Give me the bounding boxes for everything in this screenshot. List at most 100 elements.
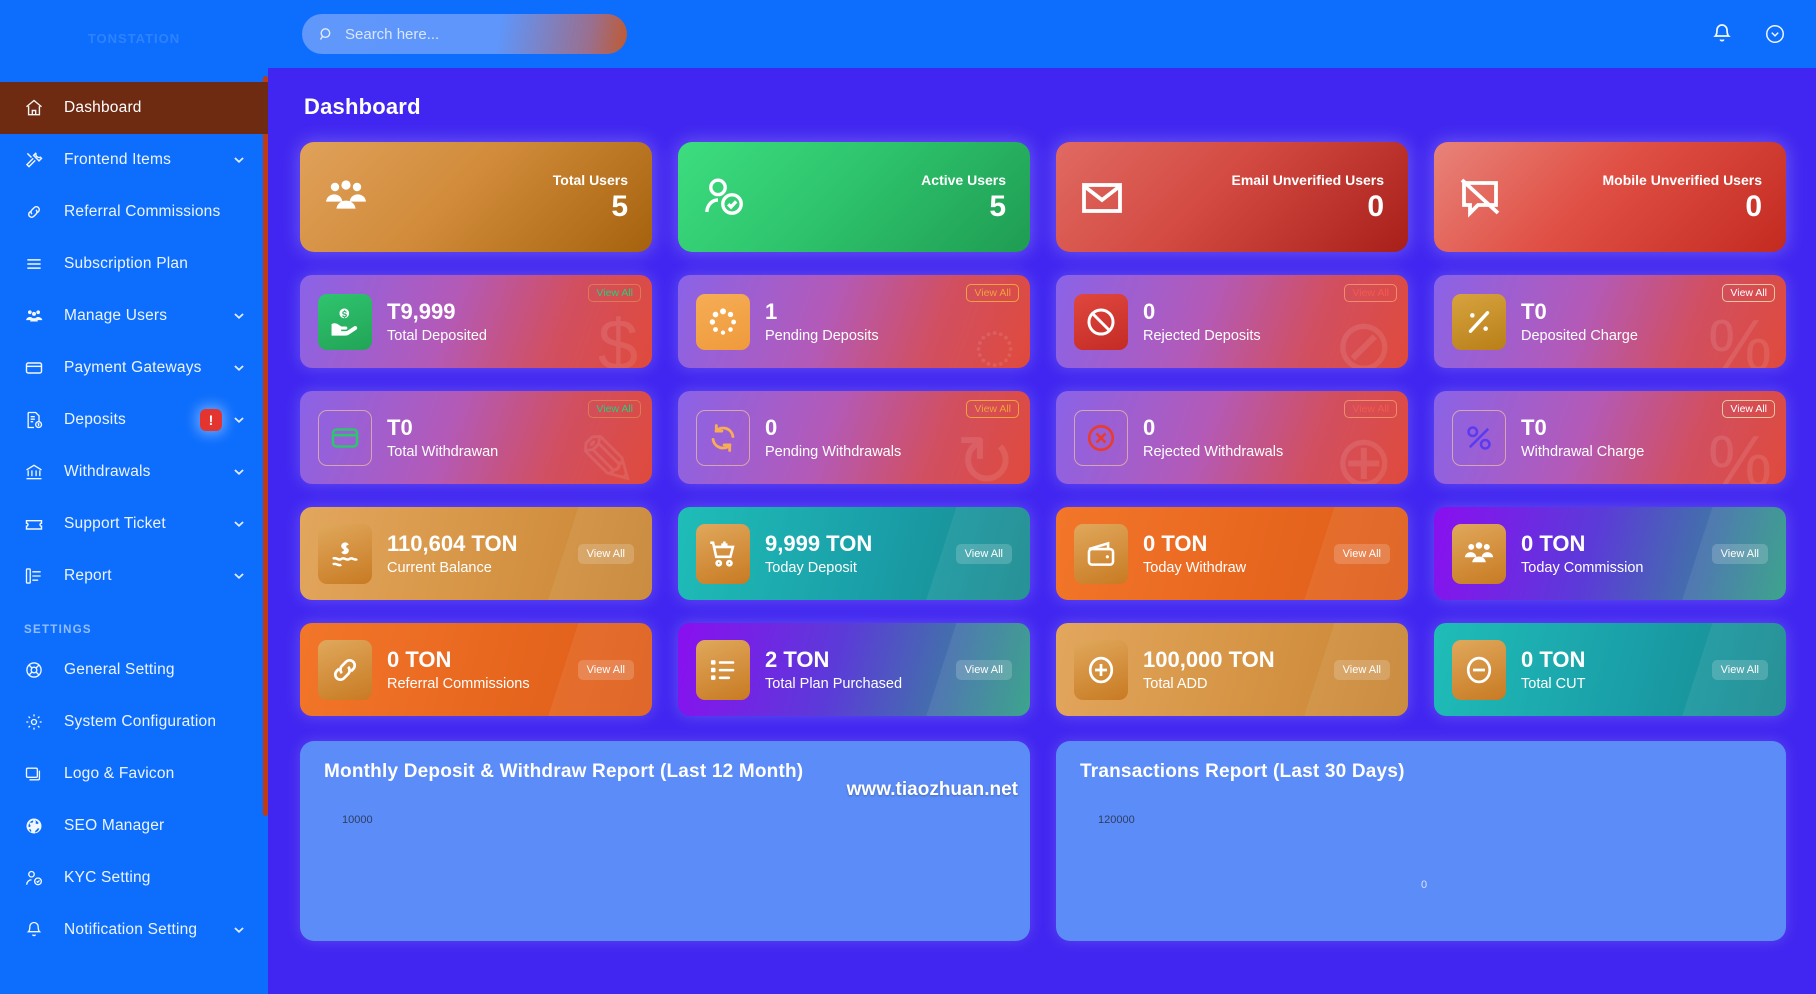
- stat-card-today-withdraw[interactable]: 0 TON Today Withdraw View All: [1056, 507, 1408, 600]
- minus-circle-icon: [1452, 639, 1506, 700]
- stat-card-mobile-unverified-users[interactable]: Mobile Unverified Users 0: [1434, 142, 1786, 252]
- stat-card-total-add[interactable]: 100,000 TON Total ADD View All: [1056, 623, 1408, 716]
- chevron-down-icon: [232, 923, 246, 937]
- view-all-button[interactable]: View All: [955, 543, 1012, 564]
- stat-card-value: T0: [1521, 415, 1547, 441]
- sidebar-item-kyc-setting[interactable]: KYC Setting: [0, 852, 268, 904]
- chart-title: Transactions Report (Last 30 Days): [1080, 761, 1405, 782]
- stat-card-value: 0: [1143, 299, 1156, 325]
- sidebar-item-subscription-plan[interactable]: Subscription Plan: [0, 238, 268, 290]
- stat-card-text: 1 Pending Deposits: [765, 299, 879, 343]
- home-icon: [24, 96, 54, 120]
- stat-card-rejected-deposits[interactable]: ⊘ View All 0 Rejected Deposits: [1056, 275, 1408, 368]
- percent-icon: [1452, 293, 1506, 350]
- view-all-button[interactable]: View All: [1711, 659, 1768, 680]
- view-all-button[interactable]: View All: [1722, 400, 1775, 418]
- sidebar-item-withdrawals[interactable]: Withdrawals: [0, 446, 268, 498]
- sidebar-item-general-setting[interactable]: General Setting: [0, 644, 268, 696]
- ticket-icon: [24, 512, 54, 536]
- sidebar-item-logo-favicon[interactable]: Logo & Favicon: [0, 748, 268, 800]
- stat-card-current-balance[interactable]: 110,604 TON Current Balance View All: [300, 507, 652, 600]
- stat-card-value: 100,000 TON: [1143, 647, 1275, 673]
- sidebar-item-report[interactable]: Report: [0, 550, 268, 602]
- stat-card-total-users[interactable]: Total Users 5: [300, 142, 652, 252]
- view-all-button[interactable]: View All: [577, 543, 634, 564]
- circle-x-icon: [1074, 409, 1128, 466]
- view-all-button[interactable]: View All: [1333, 659, 1390, 680]
- chevron-down-icon: [232, 309, 246, 323]
- gear-icon: [24, 710, 54, 734]
- sidebar-item-referral-commissions[interactable]: Referral Commissions: [0, 186, 268, 238]
- brand-logo[interactable]: TONSTATION: [0, 0, 268, 76]
- view-all-button[interactable]: View All: [1722, 284, 1775, 302]
- card-icon: [24, 356, 54, 380]
- view-all-button[interactable]: View All: [966, 400, 1019, 418]
- search-box[interactable]: [302, 14, 627, 54]
- stat-card-text: Total Users 5: [553, 172, 628, 222]
- stat-card-active-users[interactable]: Active Users 5: [678, 142, 1030, 252]
- view-all-button[interactable]: View All: [1344, 400, 1397, 418]
- view-all-button[interactable]: View All: [955, 659, 1012, 680]
- stat-grid-row3: ✎ View All T0 Total Withdrawan ↻ View Al…: [300, 391, 1786, 484]
- stat-grid-row4: 110,604 TON Current Balance View All 9,9…: [300, 507, 1786, 600]
- ghost-watermark-icon: ⊘: [1333, 306, 1394, 368]
- stat-card-rejected-withdrawals[interactable]: ⊕ View All 0 Rejected Withdrawals: [1056, 391, 1408, 484]
- group-users-icon: [1452, 523, 1506, 584]
- monthly-deposit-withdraw-chart-panel: Monthly Deposit & Withdraw Report (Last …: [300, 741, 1030, 941]
- sidebar-item-system-configuration[interactable]: System Configuration: [0, 696, 268, 748]
- view-all-button[interactable]: View All: [1344, 284, 1397, 302]
- ghost-watermark-icon: ↻: [955, 422, 1016, 484]
- sidebar-item-notification-setting[interactable]: Notification Setting: [0, 904, 268, 956]
- stat-card-total-deposited[interactable]: $ View All T9,999 Total Deposited: [300, 275, 652, 368]
- stat-card-total-cut[interactable]: 0 TON Total CUT View All: [1434, 623, 1786, 716]
- stat-card-withdrawal-charge[interactable]: % View All T0 Withdrawal Charge: [1434, 391, 1786, 484]
- chevron-down-icon: [232, 517, 246, 531]
- stat-card-email-unverified-users[interactable]: Email Unverified Users 0: [1056, 142, 1408, 252]
- ghost-watermark-icon: ⊕: [1333, 422, 1394, 484]
- stat-card-referral-commissions[interactable]: 0 TON Referral Commissions View All: [300, 623, 652, 716]
- view-all-button[interactable]: View All: [588, 400, 641, 418]
- stat-card-text: 110,604 TON Current Balance: [387, 531, 517, 575]
- view-all-button[interactable]: View All: [588, 284, 641, 302]
- stat-card-pending-withdrawals[interactable]: ↻ View All 0 Pending Withdrawals: [678, 391, 1030, 484]
- sidebar-item-support-ticket[interactable]: Support Ticket: [0, 498, 268, 550]
- link-icon: [318, 639, 372, 700]
- stat-card-today-deposit[interactable]: 9,999 TON Today Deposit View All: [678, 507, 1030, 600]
- sidebar-item-manage-users[interactable]: Manage Users: [0, 290, 268, 342]
- stat-card-value: 5: [611, 190, 628, 223]
- search-input[interactable]: [345, 25, 611, 43]
- sidebar-item-payment-gateways[interactable]: Payment Gateways: [0, 342, 268, 394]
- stat-card-today-commission[interactable]: 0 TON Today Commission View All: [1434, 507, 1786, 600]
- view-all-button[interactable]: View All: [577, 659, 634, 680]
- user-chevron-icon[interactable]: [1764, 23, 1786, 45]
- topbar-actions: [1710, 22, 1786, 46]
- stat-card-deposited-charge[interactable]: % View All T0 Deposited Charge: [1434, 275, 1786, 368]
- user-check-icon: [700, 173, 748, 221]
- sidebar-item-frontend-items[interactable]: Frontend Items: [0, 134, 268, 186]
- stat-card-total-withdrawan[interactable]: ✎ View All T0 Total Withdrawan: [300, 391, 652, 484]
- sidebar-item-seo-manager[interactable]: SEO Manager: [0, 800, 268, 852]
- view-all-button[interactable]: View All: [966, 284, 1019, 302]
- stat-card-text: 100,000 TON Total ADD: [1143, 647, 1275, 691]
- sidebar-section-settings: SETTINGS: [24, 624, 92, 636]
- sidebar-item-dashboard[interactable]: Dashboard: [0, 82, 268, 134]
- stat-card-value: 0: [765, 415, 778, 441]
- bell-icon[interactable]: [1710, 22, 1734, 46]
- stat-card-label: Current Balance: [387, 559, 492, 576]
- percent-outline-icon: [1452, 409, 1506, 466]
- ghost-watermark-icon: $: [597, 306, 638, 368]
- stat-card-label: Today Deposit: [765, 559, 857, 576]
- view-all-button[interactable]: View All: [1333, 543, 1390, 564]
- dashboard-content: Dashboard Total Users 5 Active Users 5 E…: [268, 68, 1816, 994]
- view-all-button[interactable]: View All: [1711, 543, 1768, 564]
- stat-card-text: 0 Pending Withdrawals: [765, 415, 901, 459]
- stat-card-text: T0 Total Withdrawan: [387, 415, 498, 459]
- stat-card-total-plan-purchased[interactable]: 2 TON Total Plan Purchased View All: [678, 623, 1030, 716]
- stat-card-label: Mobile Unverified Users: [1602, 172, 1763, 188]
- stat-card-label: Pending Deposits: [765, 327, 879, 344]
- list-lines-icon: [24, 252, 54, 276]
- sidebar-item-deposits[interactable]: Deposits !: [0, 394, 268, 446]
- stat-card-pending-deposits[interactable]: ◌ View All 1 Pending Deposits: [678, 275, 1030, 368]
- stat-card-label: Total Users: [552, 172, 628, 188]
- ghost-watermark-icon: ✎: [577, 422, 638, 484]
